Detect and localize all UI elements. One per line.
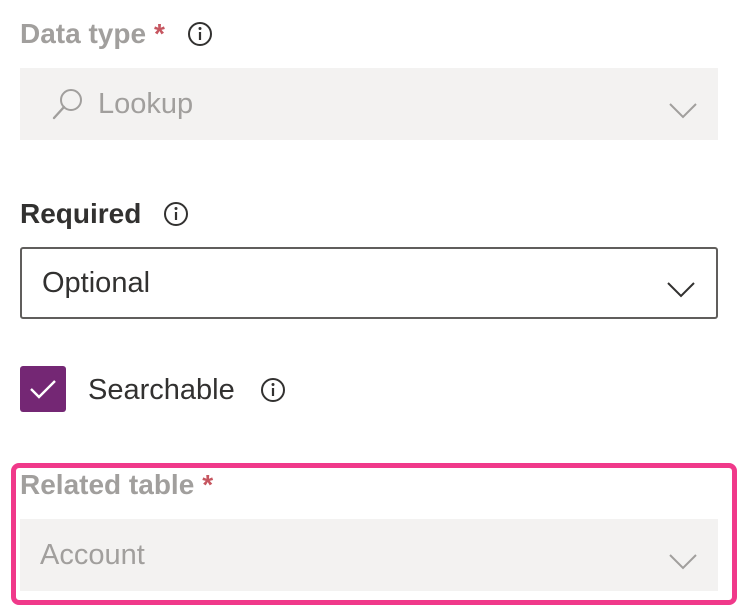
required-field: Required xyxy=(20,197,189,231)
checkmark-icon xyxy=(30,380,56,399)
search-icon xyxy=(50,86,86,122)
data-type-label: Data type xyxy=(20,18,147,49)
searchable-label[interactable]: Searchable xyxy=(88,372,235,408)
required-dropdown[interactable]: Optional xyxy=(20,247,718,319)
required-asterisk: * xyxy=(154,18,165,49)
related-table-field: Related table * xyxy=(20,468,213,502)
related-table-value: Account xyxy=(40,538,145,571)
chevron-down-icon xyxy=(668,95,698,119)
chevron-down-icon xyxy=(666,274,696,298)
info-icon[interactable] xyxy=(260,377,286,403)
required-label: Required xyxy=(20,198,142,229)
required-value: Optional xyxy=(42,266,151,299)
info-icon[interactable] xyxy=(163,201,189,227)
data-type-field: Data type * xyxy=(20,17,213,51)
related-table-dropdown[interactable]: Account xyxy=(20,519,718,591)
searchable-checkbox[interactable] xyxy=(20,366,66,412)
data-type-dropdown[interactable]: Lookup xyxy=(20,68,718,140)
column-properties-panel: Data type * Lookup Required Optional Sea… xyxy=(0,0,750,608)
related-table-label: Related table xyxy=(20,469,195,500)
required-asterisk: * xyxy=(202,469,214,500)
data-type-value: Lookup xyxy=(98,87,194,120)
chevron-down-icon xyxy=(668,546,698,570)
info-icon[interactable] xyxy=(187,21,213,47)
